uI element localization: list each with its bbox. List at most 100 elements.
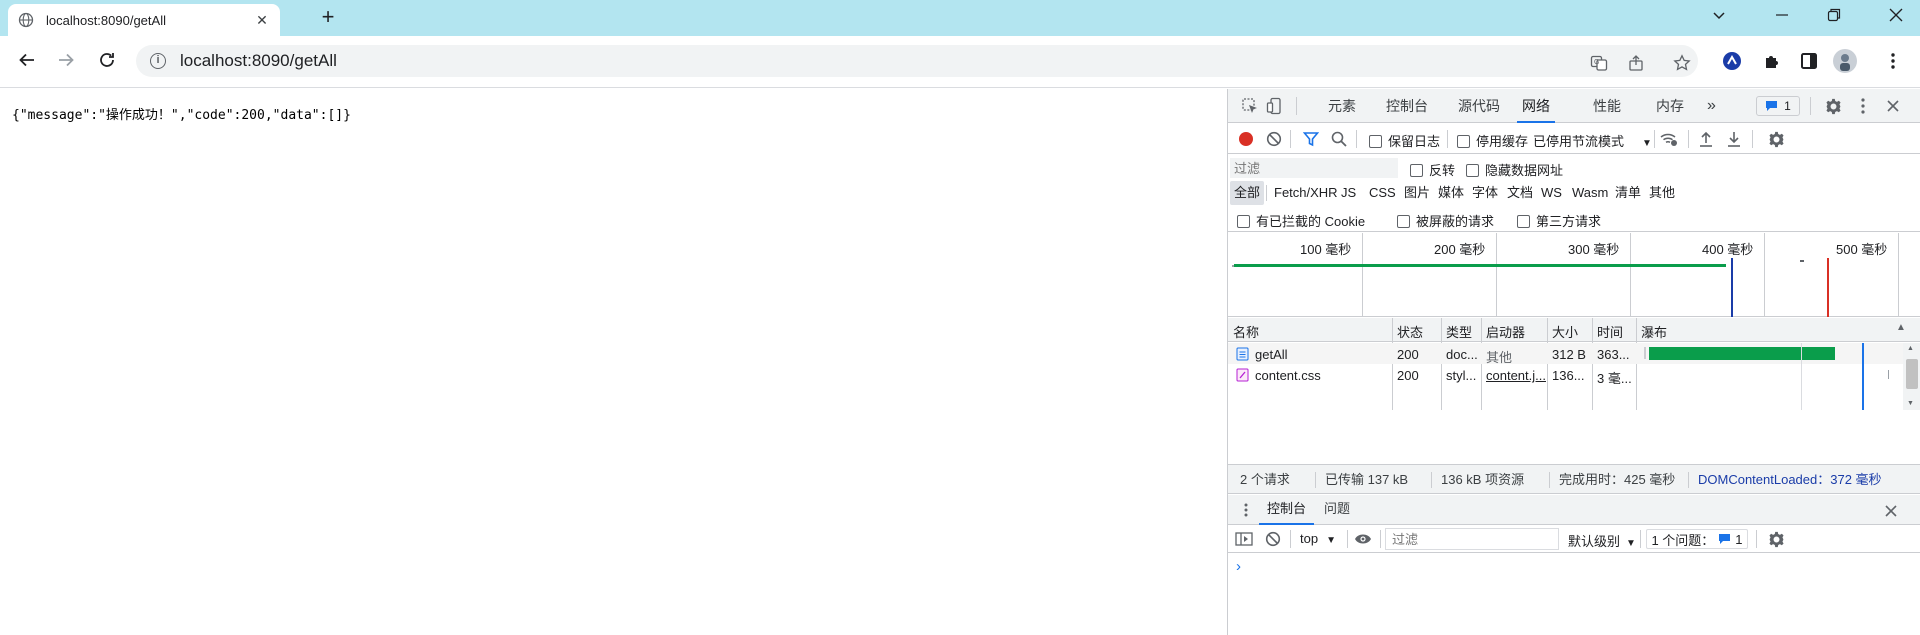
tab-sources[interactable]: 源代码	[1458, 89, 1500, 123]
table-scrollbar[interactable]: ▲ ▼	[1903, 343, 1920, 410]
disable-cache-checkbox[interactable]: 停用缓存	[1457, 131, 1528, 150]
scroll-up-arrow-icon[interactable]: ▲	[1907, 345, 1914, 352]
inspect-element-icon[interactable]	[1240, 96, 1260, 116]
scrollbar-thumb[interactable]	[1906, 359, 1918, 389]
site-info-icon[interactable]: i	[150, 53, 166, 69]
waterfall-tick	[1888, 370, 1889, 379]
hide-data-urls-checkbox[interactable]: 隐藏数据网址	[1466, 160, 1563, 179]
filter-other[interactable]: 其他	[1645, 181, 1679, 205]
preserve-log-checkbox[interactable]: 保留日志	[1369, 131, 1440, 150]
menu-kebab-icon[interactable]	[1881, 49, 1905, 73]
close-window-icon[interactable]	[1884, 6, 1908, 30]
throttling-value: 已停用节流模式	[1533, 134, 1625, 149]
drawer-tab-issues[interactable]: 问题	[1324, 495, 1350, 525]
devtools-tab-bar: 元素 控制台 源代码 网络 性能 内存 » 1	[1228, 89, 1920, 123]
address-bar[interactable]: i localhost:8090/getAll	[136, 45, 1698, 77]
resource-type-filters: 全部 Fetch/XHR JS CSS 图片 媒体 字体 文档 WS Wasm …	[1228, 181, 1920, 205]
bookmark-star-icon[interactable]	[1672, 53, 1692, 73]
clear-icon[interactable]	[1264, 129, 1284, 149]
profile-avatar[interactable]	[1833, 49, 1857, 73]
device-toolbar-icon[interactable]	[1265, 96, 1285, 116]
extension-a-icon[interactable]	[1720, 49, 1744, 73]
third-party-checkbox[interactable]: 第三方请求	[1517, 211, 1601, 230]
import-har-icon[interactable]	[1696, 129, 1716, 149]
network-settings-icon[interactable]	[1766, 129, 1786, 149]
waterfall-bar	[1649, 347, 1835, 360]
filter-css[interactable]: CSS	[1365, 181, 1400, 205]
console-sidebar-icon[interactable]	[1234, 530, 1254, 548]
filter-media[interactable]: 媒体	[1434, 181, 1468, 205]
network-overview-timeline[interactable]: 100 毫秒 200 毫秒 300 毫秒 400 毫秒 500 毫秒	[1228, 233, 1920, 317]
filter-all[interactable]: 全部	[1230, 181, 1265, 205]
extensions-puzzle-icon[interactable]	[1760, 49, 1784, 73]
export-har-icon[interactable]	[1724, 129, 1744, 149]
sort-arrow-icon[interactable]: ▲	[1896, 322, 1906, 333]
header-type[interactable]: 类型	[1446, 322, 1472, 341]
share-icon[interactable]	[1627, 53, 1647, 73]
header-size[interactable]: 大小	[1552, 322, 1578, 341]
log-levels-select[interactable]: 默认级别 ▼	[1568, 531, 1636, 550]
filter-manifest[interactable]: 清单	[1611, 181, 1645, 205]
filter-fetch-xhr[interactable]: Fetch/XHR	[1270, 181, 1342, 205]
filter-doc[interactable]: 文档	[1503, 181, 1537, 205]
header-waterfall[interactable]: 瀑布	[1641, 322, 1667, 341]
request-initiator-link[interactable]: content.j...	[1486, 368, 1546, 383]
search-icon[interactable]	[1329, 129, 1349, 149]
devtools-menu-icon[interactable]	[1853, 96, 1873, 116]
filter-img[interactable]: 图片	[1400, 181, 1434, 205]
console-output[interactable]: ›	[1228, 555, 1920, 635]
minimize-icon[interactable]	[1770, 6, 1794, 30]
context-selector[interactable]: top ▼	[1300, 531, 1336, 546]
browser-tab[interactable]: localhost:8090/getAll ✕	[8, 4, 280, 36]
filter-wasm[interactable]: Wasm	[1568, 181, 1612, 205]
clear-console-icon[interactable]	[1264, 530, 1282, 548]
new-tab-button[interactable]: +	[318, 6, 338, 28]
table-row[interactable]: content.css 200 styl... content.j... 136…	[1228, 364, 1920, 386]
blocked-requests-checkbox[interactable]: 被屏蔽的请求	[1397, 211, 1494, 230]
request-name: getAll	[1255, 347, 1288, 362]
header-time[interactable]: 时间	[1597, 322, 1623, 341]
blocked-cookies-checkbox[interactable]: 有已拦截的 Cookie	[1237, 211, 1365, 230]
console-filter-input[interactable]	[1385, 528, 1559, 550]
console-settings-gear-icon[interactable]	[1767, 530, 1785, 548]
tab-memory[interactable]: 内存	[1656, 89, 1684, 123]
tab-network[interactable]: 网络	[1517, 89, 1555, 123]
record-icon[interactable]	[1236, 129, 1256, 149]
invert-label: 反转	[1429, 163, 1456, 178]
issues-counter[interactable]: 1	[1756, 96, 1800, 116]
scroll-down-arrow-icon[interactable]: ▼	[1907, 400, 1914, 407]
side-panel-icon[interactable]	[1797, 49, 1821, 73]
filter-font[interactable]: 字体	[1468, 181, 1502, 205]
back-button[interactable]	[13, 46, 41, 74]
drawer-tab-console[interactable]: 控制台	[1259, 495, 1315, 525]
throttling-select[interactable]: 已停用节流模式 ▼	[1533, 131, 1652, 150]
forward-button[interactable]	[52, 46, 80, 74]
close-drawer-icon[interactable]	[1883, 503, 1899, 519]
header-status[interactable]: 状态	[1397, 322, 1423, 341]
console-issues-button[interactable]: 1 个问题： 1	[1646, 529, 1748, 549]
network-conditions-icon[interactable]	[1658, 129, 1680, 149]
close-tab-icon[interactable]: ✕	[254, 12, 270, 29]
table-row[interactable]: getAll 200 doc... 其他 312 B 363...	[1228, 343, 1920, 365]
tab-elements[interactable]: 元素	[1328, 89, 1356, 123]
restore-icon[interactable]	[1822, 6, 1846, 30]
filter-ws[interactable]: WS	[1537, 181, 1566, 205]
invert-checkbox[interactable]: 反转	[1410, 160, 1455, 179]
tab-console[interactable]: 控制台	[1386, 89, 1428, 123]
chat-bubble-icon	[1719, 534, 1731, 544]
settings-gear-icon[interactable]	[1823, 96, 1843, 116]
filter-js[interactable]: JS	[1337, 181, 1360, 205]
drawer-menu-icon[interactable]	[1238, 502, 1254, 518]
reload-icon	[100, 53, 114, 67]
tab-performance[interactable]: 性能	[1593, 89, 1621, 123]
more-tabs-chevron-icon[interactable]: »	[1707, 89, 1716, 123]
close-devtools-icon[interactable]	[1883, 96, 1903, 116]
tab-search-icon[interactable]	[1707, 6, 1731, 30]
filter-funnel-icon[interactable]	[1301, 129, 1321, 149]
network-filter-input[interactable]	[1230, 158, 1398, 178]
translate-icon[interactable]: G	[1589, 53, 1609, 73]
live-expression-eye-icon[interactable]	[1352, 530, 1374, 548]
header-initiator[interactable]: 启动器	[1486, 322, 1525, 341]
header-name[interactable]: 名称	[1233, 322, 1259, 341]
reload-button[interactable]	[93, 46, 121, 74]
